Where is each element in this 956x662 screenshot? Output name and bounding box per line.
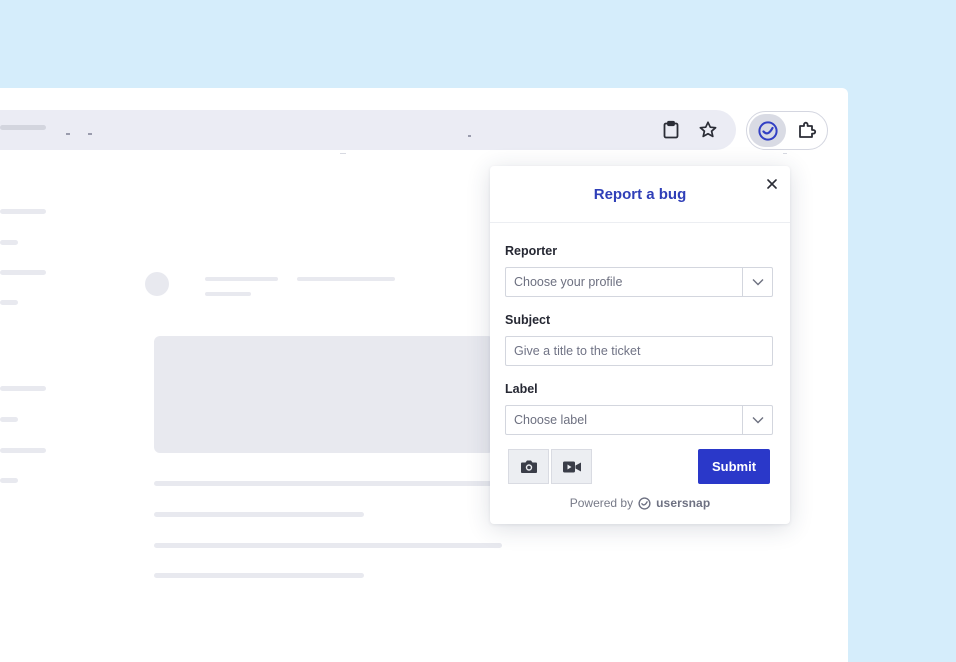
- puzzle-extension-icon[interactable]: [795, 118, 819, 142]
- label-select-value: Choose label: [514, 413, 587, 427]
- skeleton-line: [0, 386, 46, 391]
- skeleton-line: [205, 292, 251, 296]
- star-icon[interactable]: [696, 118, 720, 142]
- label-select[interactable]: Choose label: [505, 405, 773, 435]
- close-icon: [767, 179, 777, 189]
- camera-icon: [520, 460, 537, 473]
- skeleton-avatar: [145, 272, 169, 296]
- reporter-label: Reporter: [505, 244, 558, 258]
- report-bug-popup: Report a bug Reporter Choose your profil…: [490, 166, 790, 524]
- skeleton-line: [154, 481, 502, 486]
- powered-by-text: Powered by: [569, 496, 634, 510]
- address-bar[interactable]: [0, 110, 736, 150]
- extensions-area: [746, 111, 828, 150]
- usersnap-extension-icon[interactable]: [749, 114, 786, 147]
- skeleton-line: [0, 300, 18, 305]
- reporter-select-value: Choose your profile: [514, 275, 623, 289]
- close-button[interactable]: [764, 176, 780, 192]
- powered-by[interactable]: Powered by usersnap: [490, 496, 790, 510]
- skeleton-line: [297, 277, 395, 281]
- skeleton-line: [0, 417, 18, 422]
- skeleton-card: [154, 336, 494, 453]
- url-fragment: [88, 133, 92, 135]
- divider: [340, 153, 346, 154]
- subject-input[interactable]: [505, 336, 773, 366]
- brand-name: usersnap: [656, 496, 711, 510]
- skeleton-line: [154, 573, 364, 578]
- popup-title: Report a bug: [593, 185, 687, 203]
- clipboard-icon[interactable]: [659, 118, 683, 142]
- skeleton-line: [0, 478, 18, 483]
- skeleton-line: [0, 448, 46, 453]
- video-record-button[interactable]: [551, 449, 592, 484]
- video-icon: [562, 461, 581, 472]
- submit-button[interactable]: Submit: [698, 449, 770, 484]
- skeleton-line: [0, 270, 46, 275]
- skeleton-line: [0, 240, 18, 245]
- label-field-label: Label: [505, 382, 538, 396]
- skeleton-line: [154, 512, 364, 517]
- usersnap-logo-icon: [638, 496, 651, 510]
- skeleton-line: [205, 277, 278, 281]
- chevron-down-icon: [742, 406, 772, 434]
- screenshot-button[interactable]: [508, 449, 549, 484]
- divider: [783, 153, 787, 154]
- popup-header: Report a bug: [490, 166, 790, 223]
- subject-label: Subject: [505, 313, 551, 327]
- chevron-down-icon: [742, 268, 772, 296]
- reporter-select[interactable]: Choose your profile: [505, 267, 773, 297]
- url-fragment: [66, 133, 70, 135]
- url-placeholder: [0, 125, 46, 130]
- url-fragment: [468, 135, 471, 137]
- skeleton-line: [154, 543, 502, 548]
- skeleton-line: [0, 209, 46, 214]
